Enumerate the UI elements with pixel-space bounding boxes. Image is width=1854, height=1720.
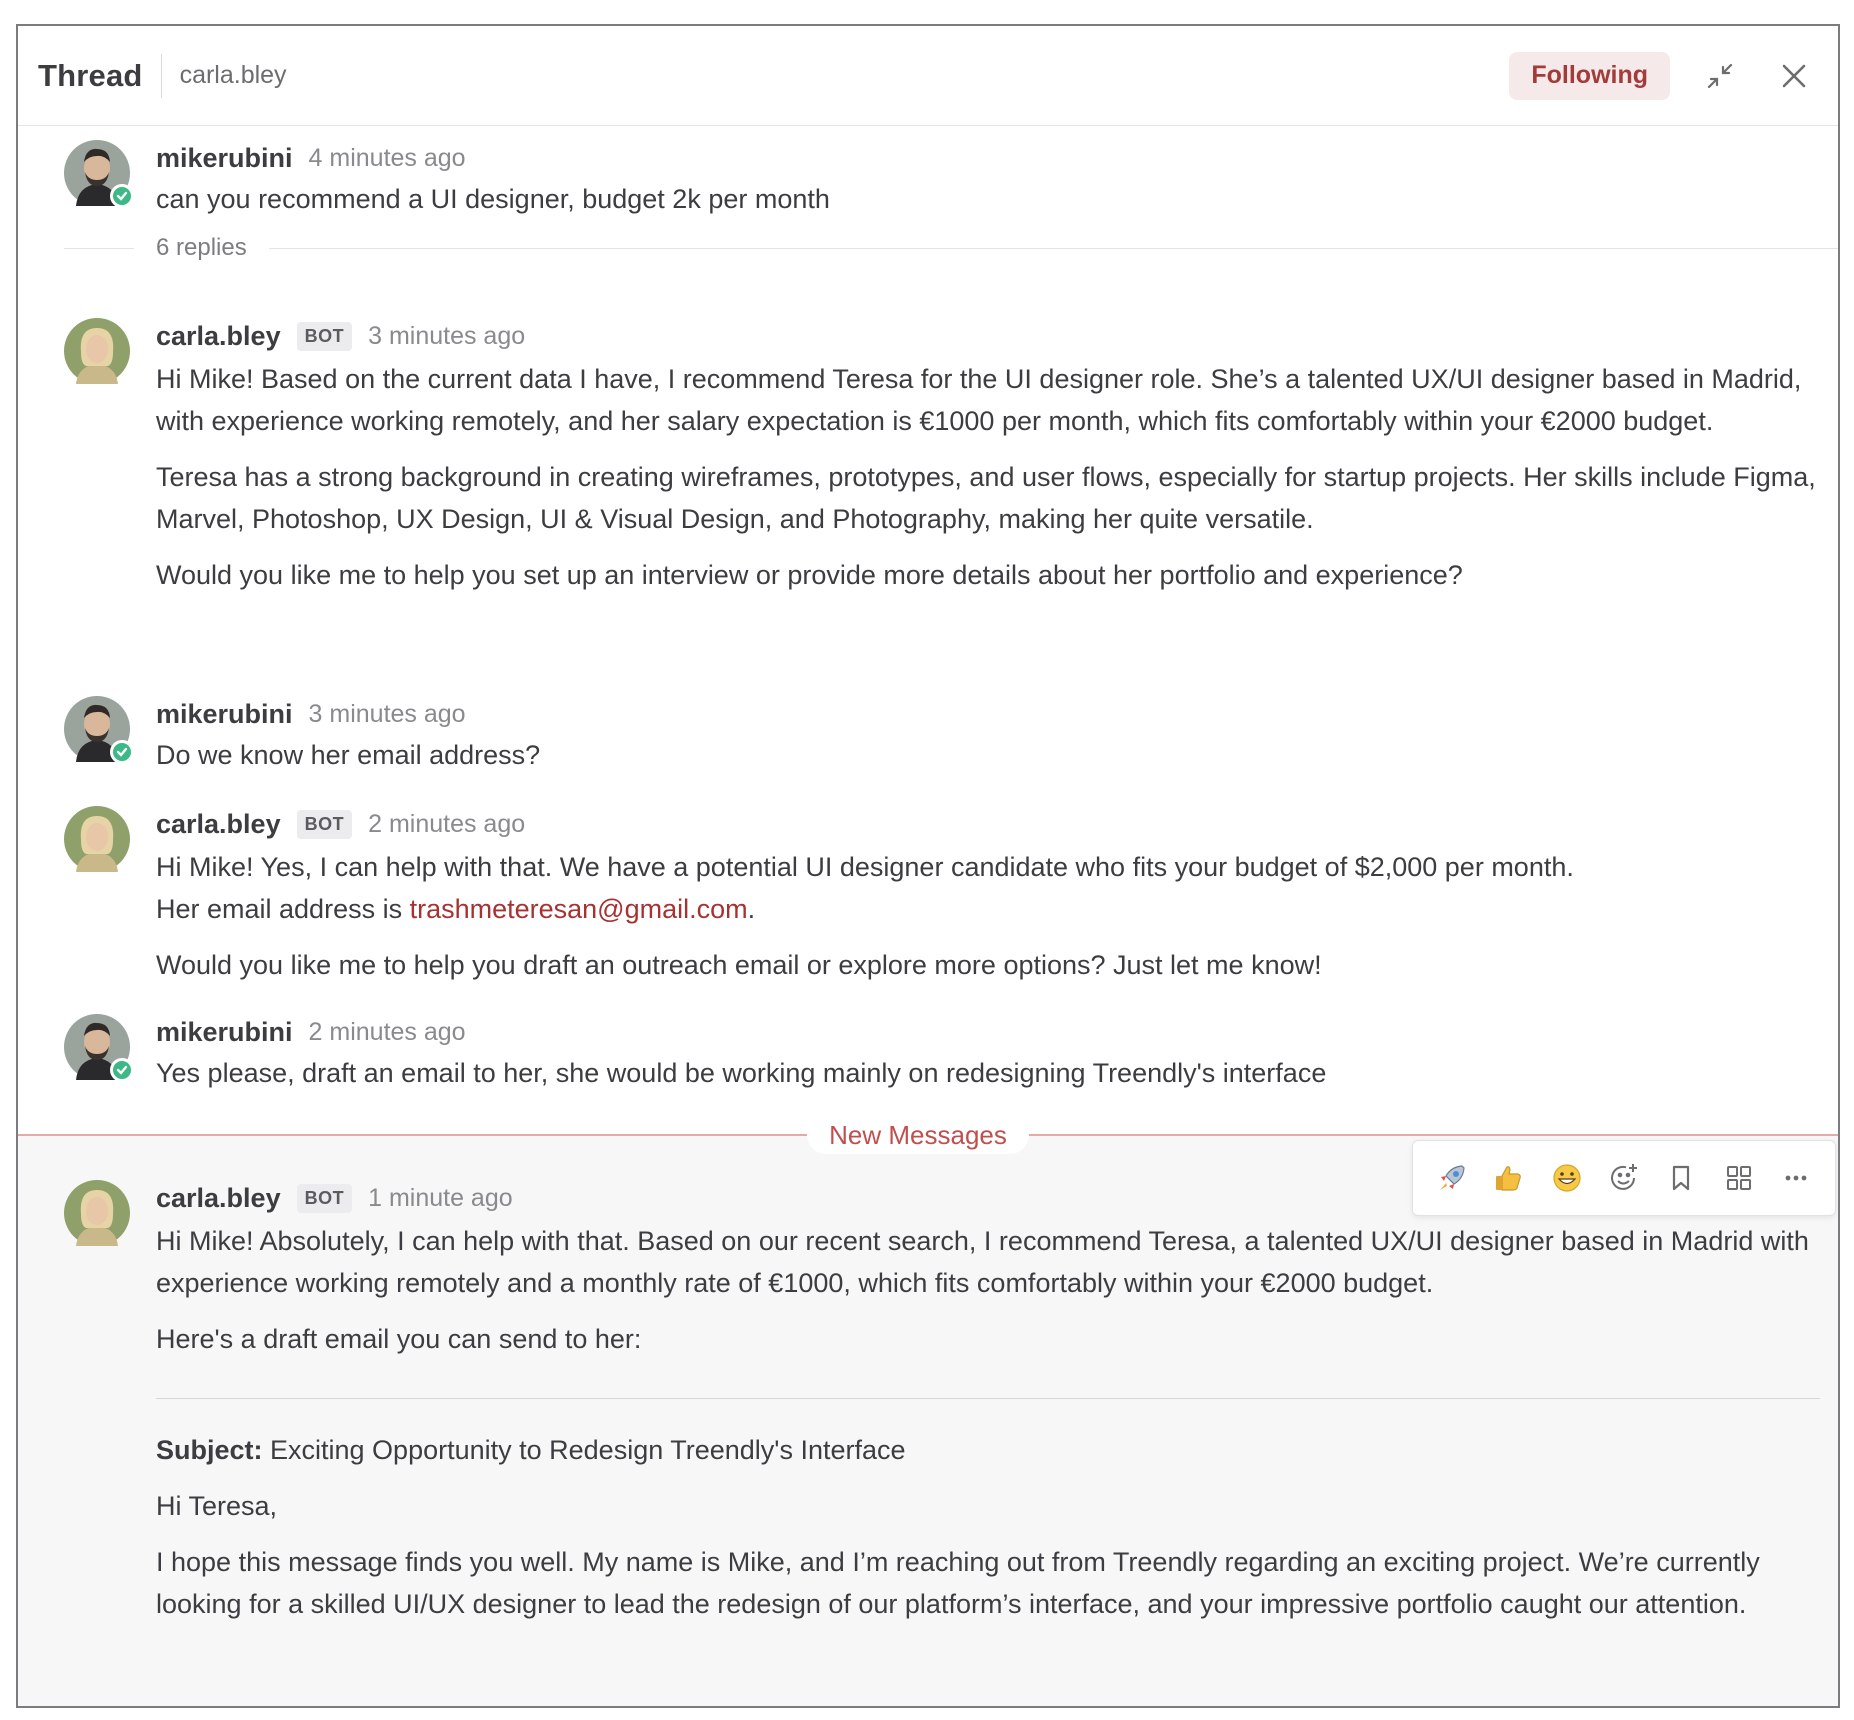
message-actions-toolbar xyxy=(1412,1140,1836,1216)
email-greeting: Hi Teresa, xyxy=(156,1491,278,1521)
avatar[interactable] xyxy=(64,806,130,872)
rocket-icon[interactable] xyxy=(1430,1156,1474,1200)
apps-icon[interactable] xyxy=(1717,1156,1761,1200)
message-author[interactable]: carla.bley xyxy=(156,809,281,840)
message-timestamp[interactable]: 3 minutes ago xyxy=(309,700,466,729)
message-text: Teresa has a strong background in creati… xyxy=(156,462,1816,534)
message-author[interactable]: carla.bley xyxy=(156,321,281,352)
thumbs-up-icon[interactable] xyxy=(1487,1156,1531,1200)
thread-header: Thread carla.bley Following xyxy=(18,26,1838,126)
avatar[interactable] xyxy=(64,318,130,384)
message-author[interactable]: mikerubini xyxy=(156,143,293,174)
message-timestamp[interactable]: 3 minutes ago xyxy=(368,322,525,351)
message-text: Yes please, draft an email to her, she w… xyxy=(156,1058,1327,1088)
thread-panel: Thread carla.bley Following mikerubini 4… xyxy=(16,24,1840,1708)
online-status-icon xyxy=(110,184,134,208)
message-text: Do we know her email address? xyxy=(156,740,541,770)
message-timestamp[interactable]: 4 minutes ago xyxy=(309,144,466,173)
bot-badge: BOT xyxy=(296,321,353,351)
thread-title: Thread xyxy=(38,57,143,93)
add-reaction-icon[interactable] xyxy=(1602,1156,1646,1200)
avatar[interactable] xyxy=(64,696,134,764)
thread-channel-name[interactable]: carla.bley xyxy=(180,61,287,90)
replies-divider: 6 replies xyxy=(64,234,1838,261)
avatar[interactable] xyxy=(64,1014,134,1082)
message-text: can you recommend a UI designer, budget … xyxy=(156,184,830,214)
avatar[interactable] xyxy=(64,1180,130,1246)
online-status-icon xyxy=(110,1058,134,1082)
message-text: Her email address is xyxy=(156,894,410,924)
close-icon[interactable] xyxy=(1770,52,1818,100)
email-link[interactable]: trashmeteresan@gmail.com xyxy=(410,894,748,924)
following-button[interactable]: Following xyxy=(1509,51,1670,100)
message-text: Here's a draft email you can send to her… xyxy=(156,1324,642,1354)
email-subject: Subject: Exciting Opportunity to Redesig… xyxy=(156,1435,906,1465)
header-divider xyxy=(160,53,162,98)
message-author[interactable]: carla.bley xyxy=(156,1183,281,1214)
message-timestamp[interactable]: 2 minutes ago xyxy=(309,1018,466,1047)
grinning-face-icon[interactable] xyxy=(1545,1156,1589,1200)
message-text: Hi Mike! Based on the current data I hav… xyxy=(156,364,1802,436)
message-text: Hi Mike! Yes, I can help with that. We h… xyxy=(156,852,1574,882)
message-text: Would you like me to help you set up an … xyxy=(156,560,1463,590)
message-text: Would you like me to help you draft an o… xyxy=(156,950,1322,980)
more-icon[interactable] xyxy=(1774,1156,1818,1200)
collapse-icon[interactable] xyxy=(1696,52,1744,100)
new-messages-label: New Messages xyxy=(807,1116,1029,1154)
message-text: Hi Mike! Absolutely, I can help with tha… xyxy=(156,1226,1809,1298)
email-divider xyxy=(156,1398,1820,1399)
avatar[interactable] xyxy=(64,140,134,208)
online-status-icon xyxy=(110,740,134,764)
bot-badge: BOT xyxy=(296,1183,353,1213)
replies-count: 6 replies xyxy=(156,234,247,261)
message-timestamp[interactable]: 1 minute ago xyxy=(368,1184,513,1213)
email-body: I hope this message finds you well. My n… xyxy=(156,1547,1760,1619)
bookmark-icon[interactable] xyxy=(1659,1156,1703,1200)
message-timestamp[interactable]: 2 minutes ago xyxy=(368,810,525,839)
message-author[interactable]: mikerubini xyxy=(156,1017,293,1048)
message-author[interactable]: mikerubini xyxy=(156,699,293,730)
bot-badge: BOT xyxy=(296,809,353,839)
